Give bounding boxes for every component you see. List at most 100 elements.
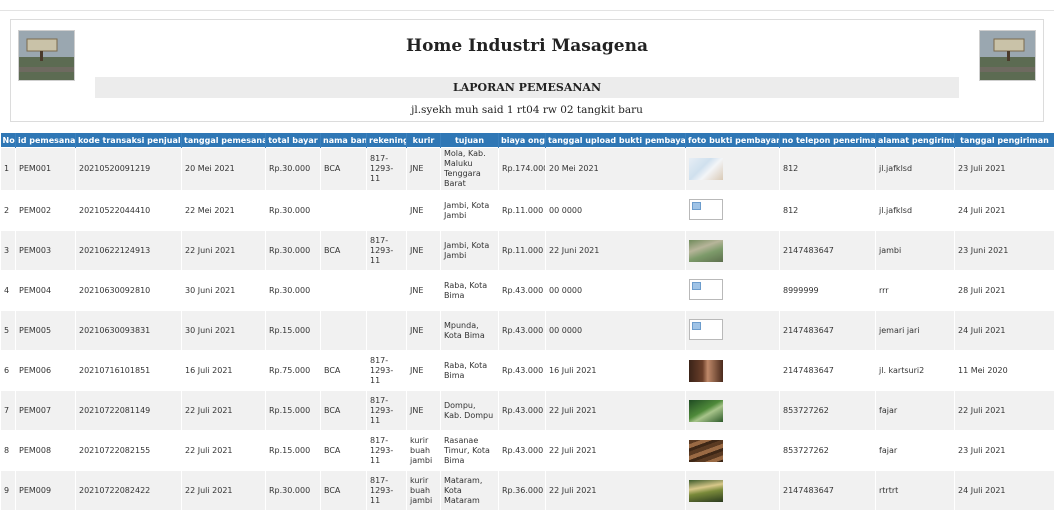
cell-no: 3: [1, 231, 16, 271]
cell-tujuan: Raba, Kota Bima: [441, 351, 499, 391]
col-header: kode transaksi penjualan: [76, 133, 182, 148]
table-row: 2PEM0022021052204441022 Mei 2021Rp.30.00…: [1, 191, 1054, 231]
cell-tanggal-pengiriman: 24 Juli 2021: [955, 311, 1054, 351]
cell-rekening: 817-1293-11: [367, 471, 407, 511]
col-header: kurir: [407, 133, 441, 148]
cell-total-bayar: Rp.15.000: [266, 431, 321, 471]
cell-kurir: JNE: [407, 351, 441, 391]
cell-id-pemesanan: PEM003: [16, 231, 76, 271]
cell-tujuan: Mpunda, Kota Bima: [441, 311, 499, 351]
cell-biaya-ongkir: Rp.174.000: [499, 148, 546, 191]
cell-kurir: kurir buah jambi: [407, 431, 441, 471]
col-header: nama bank: [321, 133, 367, 148]
cell-tujuan: Rasanae Timur, Kota Bima: [441, 431, 499, 471]
cell-no: 9: [1, 471, 16, 511]
cell-tanggal-upload: 22 Juli 2021: [546, 431, 686, 471]
cell-kurir: JNE: [407, 311, 441, 351]
cell-biaya-ongkir: Rp.43.000: [499, 311, 546, 351]
cell-id-pemesanan: PEM007: [16, 391, 76, 431]
cell-tanggal-pemesanan: 20 Mei 2021: [182, 148, 266, 191]
cell-no: 7: [1, 391, 16, 431]
cell-tanggal-pengiriman: 24 Juli 2021: [955, 471, 1054, 511]
cell-total-bayar: Rp.30.000: [266, 231, 321, 271]
cell-alamat: jemari jari: [876, 311, 955, 351]
cell-tanggal-upload: 00 0000: [546, 191, 686, 231]
cell-total-bayar: Rp.30.000: [266, 471, 321, 511]
cell-tanggal-pengiriman: 22 Juli 2021: [955, 391, 1054, 431]
cell-tanggal-upload: 00 0000: [546, 271, 686, 311]
cell-kode-transaksi: 20210722082422: [76, 471, 182, 511]
table-row: 9PEM0092021072208242222 Juli 2021Rp.30.0…: [1, 471, 1054, 511]
logo-right-image: [979, 30, 1036, 81]
cell-biaya-ongkir: Rp.43.000: [499, 351, 546, 391]
cell-id-pemesanan: PEM001: [16, 148, 76, 191]
cell-nama-bank: BCA: [321, 471, 367, 511]
cell-tanggal-pemesanan: 22 Juli 2021: [182, 431, 266, 471]
report-subtitle: LAPORAN PEMESANAN: [95, 77, 959, 98]
table-row: 7PEM0072021072208114922 Juli 2021Rp.15.0…: [1, 391, 1054, 431]
col-header: biaya ongkir: [499, 133, 546, 148]
cell-kode-transaksi: 20210522044410: [76, 191, 182, 231]
col-header: tanggal upload bukti pembayaran: [546, 133, 686, 148]
cell-no: 2: [1, 191, 16, 231]
col-header: no telepon penerima: [780, 133, 876, 148]
cell-tanggal-pengiriman: 28 Juli 2021: [955, 271, 1054, 311]
cell-foto-bukti: [686, 391, 780, 431]
cell-alamat: rrr: [876, 271, 955, 311]
cell-rekening: [367, 191, 407, 231]
col-header: tujuan: [441, 133, 499, 148]
payment-proof-thumbnail: [689, 480, 723, 502]
cell-no: 1: [1, 148, 16, 191]
cell-biaya-ongkir: Rp.11.000: [499, 191, 546, 231]
cell-nama-bank: BCA: [321, 148, 367, 191]
orders-table: No id pemesanan kode transaksi penjualan…: [0, 133, 1054, 511]
col-header: rekening: [367, 133, 407, 148]
cell-nama-bank: BCA: [321, 391, 367, 431]
col-header: tanggal pemesanan: [182, 133, 266, 148]
cell-total-bayar: Rp.30.000: [266, 148, 321, 191]
cell-nama-bank: BCA: [321, 351, 367, 391]
cell-id-pemesanan: PEM008: [16, 431, 76, 471]
report-header: Home Industri Masagena LAPORAN PEMESANAN…: [10, 19, 1044, 122]
cell-nama-bank: BCA: [321, 431, 367, 471]
cell-biaya-ongkir: Rp.43.000: [499, 391, 546, 431]
cell-tanggal-upload: 00 0000: [546, 311, 686, 351]
cell-kode-transaksi: 20210622124913: [76, 231, 182, 271]
cell-kode-transaksi: 20210722081149: [76, 391, 182, 431]
cell-tanggal-pemesanan: 22 Juli 2021: [182, 471, 266, 511]
cell-tanggal-upload: 22 Juni 2021: [546, 231, 686, 271]
cell-alamat: rtrtrt: [876, 471, 955, 511]
cell-rekening: [367, 271, 407, 311]
col-header: alamat pengiriman: [876, 133, 955, 148]
cell-alamat: jambi: [876, 231, 955, 271]
cell-no-telepon: 2147483647: [780, 231, 876, 271]
table-row: 5PEM0052021063009383130 Juni 2021Rp.15.0…: [1, 311, 1054, 351]
cell-tanggal-pengiriman: 23 Juli 2021: [955, 431, 1054, 471]
cell-kurir: JNE: [407, 231, 441, 271]
cell-kurir: kurir buah jambi: [407, 471, 441, 511]
col-header: id pemesanan: [16, 133, 76, 148]
cell-no-telepon: 812: [780, 191, 876, 231]
cell-id-pemesanan: PEM002: [16, 191, 76, 231]
table-row: 1PEM0012021052009121920 Mei 2021Rp.30.00…: [1, 148, 1054, 191]
cell-biaya-ongkir: Rp.43.000: [499, 431, 546, 471]
cell-kurir: JNE: [407, 271, 441, 311]
cell-alamat: jl.jafklsd: [876, 191, 955, 231]
cell-rekening: 817-1293-11: [367, 431, 407, 471]
cell-biaya-ongkir: Rp.36.000: [499, 471, 546, 511]
cell-no-telepon: 2147483647: [780, 471, 876, 511]
table-row: 6PEM0062021071610185116 Juli 2021Rp.75.0…: [1, 351, 1054, 391]
cell-no-telepon: 2147483647: [780, 311, 876, 351]
cell-kurir: JNE: [407, 148, 441, 191]
cell-tanggal-pengiriman: 23 Juli 2021: [955, 148, 1054, 191]
cell-tanggal-pemesanan: 30 Juni 2021: [182, 311, 266, 351]
cell-tanggal-pengiriman: 24 Juli 2021: [955, 191, 1054, 231]
table-row: 3PEM00320210622124913 22 Juni 2021 Rp.30.0…: [1, 231, 1054, 271]
cell-alamat: jl. kartsuri2: [876, 351, 955, 391]
cell-nama-bank: [321, 271, 367, 311]
cell-no-telepon: 853727262: [780, 431, 876, 471]
company-address: jl.syekh muh said 1 rt04 rw 02 tangkit b…: [11, 104, 1043, 116]
payment-proof-thumbnail: [689, 240, 723, 262]
cell-tujuan: Mataram, Kota Mataram: [441, 471, 499, 511]
cell-rekening: 817-1293-11: [367, 351, 407, 391]
